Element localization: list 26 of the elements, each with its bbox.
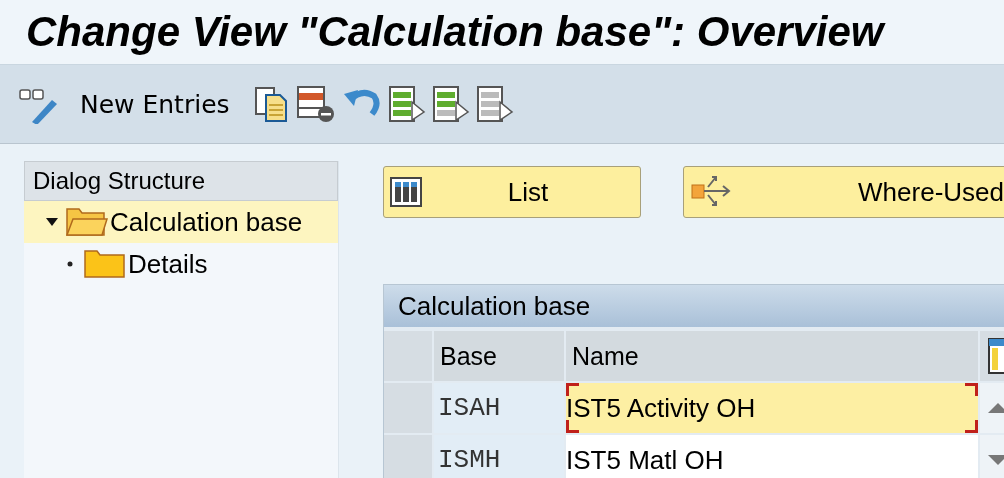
header-corner xyxy=(384,331,432,381)
where-used-button[interactable]: Where-Used xyxy=(683,166,1004,218)
collapse-icon[interactable] xyxy=(46,218,58,226)
select-block-icon[interactable] xyxy=(475,84,514,124)
scroll-down-icon[interactable] xyxy=(988,455,1004,465)
table-title-bar: Calculation base xyxy=(384,285,1004,327)
folder-icon xyxy=(84,249,126,279)
open-folder-icon xyxy=(66,207,108,237)
input-field[interactable]: IST5 Matl OH xyxy=(566,435,978,478)
delete-row-icon[interactable] xyxy=(295,84,336,124)
tree-item[interactable]: Calculation base xyxy=(24,201,338,243)
column-header[interactable]: Base xyxy=(434,331,564,381)
panel-header: Dialog Structure xyxy=(24,161,338,201)
copy-icon[interactable] xyxy=(253,85,290,123)
input-field[interactable]: IST5 Activity OH xyxy=(566,383,978,433)
select-block-icon[interactable] xyxy=(431,84,470,124)
list-button[interactable]: List xyxy=(383,166,641,218)
table-cell: ISAH xyxy=(434,383,564,433)
column-header[interactable]: Name xyxy=(566,331,978,381)
table-cell: ISMH xyxy=(434,435,564,478)
columns-icon xyxy=(390,177,422,207)
scroll-up-icon[interactable] xyxy=(988,403,1004,413)
window-title: Change View "Calculation base": Overview xyxy=(26,8,884,56)
select-block-icon[interactable] xyxy=(387,84,426,124)
tree-item[interactable]: Details xyxy=(24,243,338,285)
new-entries-button[interactable]: New Entries xyxy=(18,84,248,124)
